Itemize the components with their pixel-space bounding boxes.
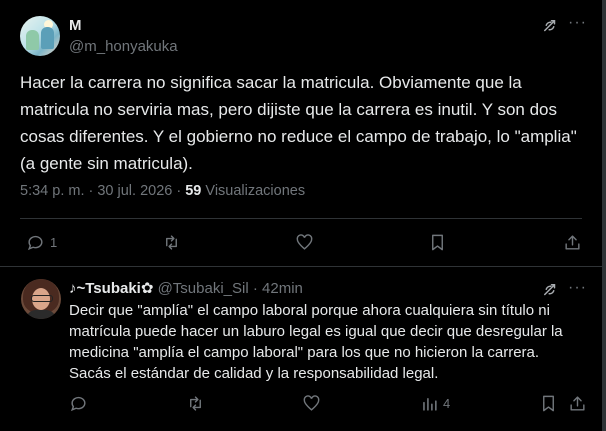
like-icon (303, 395, 320, 411)
grok-icon[interactable] (541, 17, 559, 35)
reply-button[interactable] (69, 394, 88, 413)
views-label: Visualizaciones (201, 183, 306, 199)
share-icon (570, 396, 585, 411)
reply-count: 1 (50, 235, 58, 250)
grok-icon[interactable] (541, 281, 559, 299)
avatar-detail (31, 295, 53, 302)
reply-icon (27, 235, 43, 251)
bookmark-icon (543, 395, 554, 412)
divider (20, 218, 582, 219)
main-post: M @m_honyakuka ··· Hacer la carrera no s… (0, 0, 602, 267)
views-count: 59 (185, 183, 202, 199)
author-name[interactable]: M (69, 17, 82, 34)
like-icon (296, 234, 313, 250)
bookmark-icon (432, 234, 443, 251)
bookmark-button[interactable] (539, 394, 558, 413)
views-icon (423, 397, 437, 411)
reply-separator: · (248, 280, 263, 297)
views-button[interactable]: 4 (420, 394, 450, 413)
avatar[interactable] (20, 16, 60, 56)
reply-text: Decir que "amplía" el campo laboral porq… (69, 302, 563, 382)
like-button[interactable] (302, 394, 321, 413)
avatar-detail (41, 27, 54, 49)
author-handle[interactable]: @m_honyakuka (69, 38, 178, 55)
more-icon[interactable]: ··· (568, 279, 587, 297)
reply-time[interactable]: 42min (262, 280, 303, 297)
avatar-detail (26, 30, 39, 50)
reply-button[interactable]: 1 (26, 233, 57, 252)
post-text: Hacer la carrera no significa sacar la m… (20, 73, 577, 173)
reply-icon (70, 396, 86, 412)
timestamp[interactable]: 5:34 p. m. · 30 jul. 2026 · (20, 183, 185, 199)
views-count: 4 (443, 396, 451, 411)
bookmark-button[interactable] (428, 233, 447, 252)
reply-header: ♪~Tsubaki✿ @Tsubaki_Sil · 42min (69, 279, 303, 297)
reply-author-name[interactable]: ♪~Tsubaki✿ (69, 280, 153, 297)
share-button[interactable] (563, 233, 582, 252)
avatar[interactable] (21, 279, 61, 319)
more-icon[interactable]: ··· (568, 14, 587, 32)
share-button[interactable] (568, 394, 587, 413)
scrollbar-track[interactable] (602, 0, 606, 431)
avatar-detail (26, 310, 56, 319)
repost-icon (190, 396, 201, 411)
repost-button[interactable] (186, 394, 205, 413)
repost-icon (166, 235, 177, 250)
reply-author-handle[interactable]: @Tsubaki_Sil (158, 280, 249, 297)
post-meta: 5:34 p. m. · 30 jul. 2026 · 59 Visualiza… (20, 183, 305, 199)
repost-button[interactable] (162, 233, 181, 252)
share-icon (565, 235, 580, 250)
like-button[interactable] (295, 233, 314, 252)
